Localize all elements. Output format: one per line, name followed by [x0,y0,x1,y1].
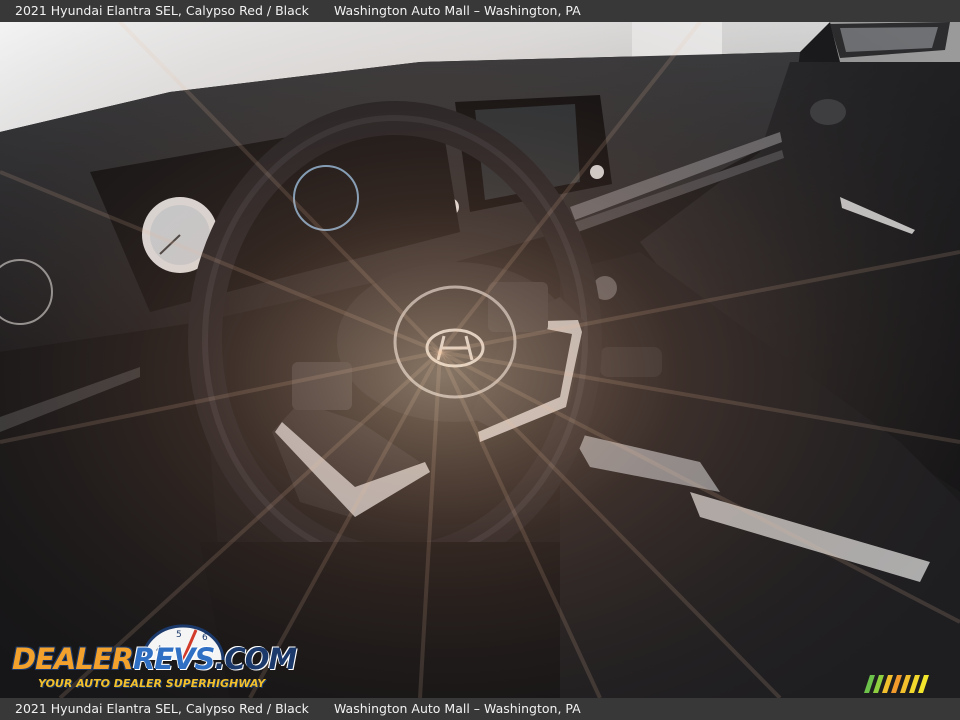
logo-tagline: YOUR AUTO DEALER SUPERHIGHWAY [38,677,266,690]
caption-bar-bottom: 2021 Hyundai Elantra SEL, Calypso Red / … [0,698,960,720]
vehicle-caption: 2021 Hyundai Elantra SEL, Calypso Red / … [15,3,309,18]
svg-text:5: 5 [176,630,182,640]
dealer-caption-bottom: Washington Auto Mall – Washington, PA [334,701,581,716]
brand-stripes-icon [864,675,929,693]
vehicle-caption-bottom: 2021 Hyundai Elantra SEL, Calypso Red / … [15,701,309,716]
logo-wordmark: DEALERREVS.COM [12,642,297,676]
caption-bar-top: 2021 Hyundai Elantra SEL, Calypso Red / … [0,0,960,22]
dealerrevs-logo: 4 5 6 DEALERREVS.COM YOUR AUTO DEALER SU… [10,622,297,694]
dealer-caption: Washington Auto Mall – Washington, PA [334,3,581,18]
interior-photo [0,22,960,698]
